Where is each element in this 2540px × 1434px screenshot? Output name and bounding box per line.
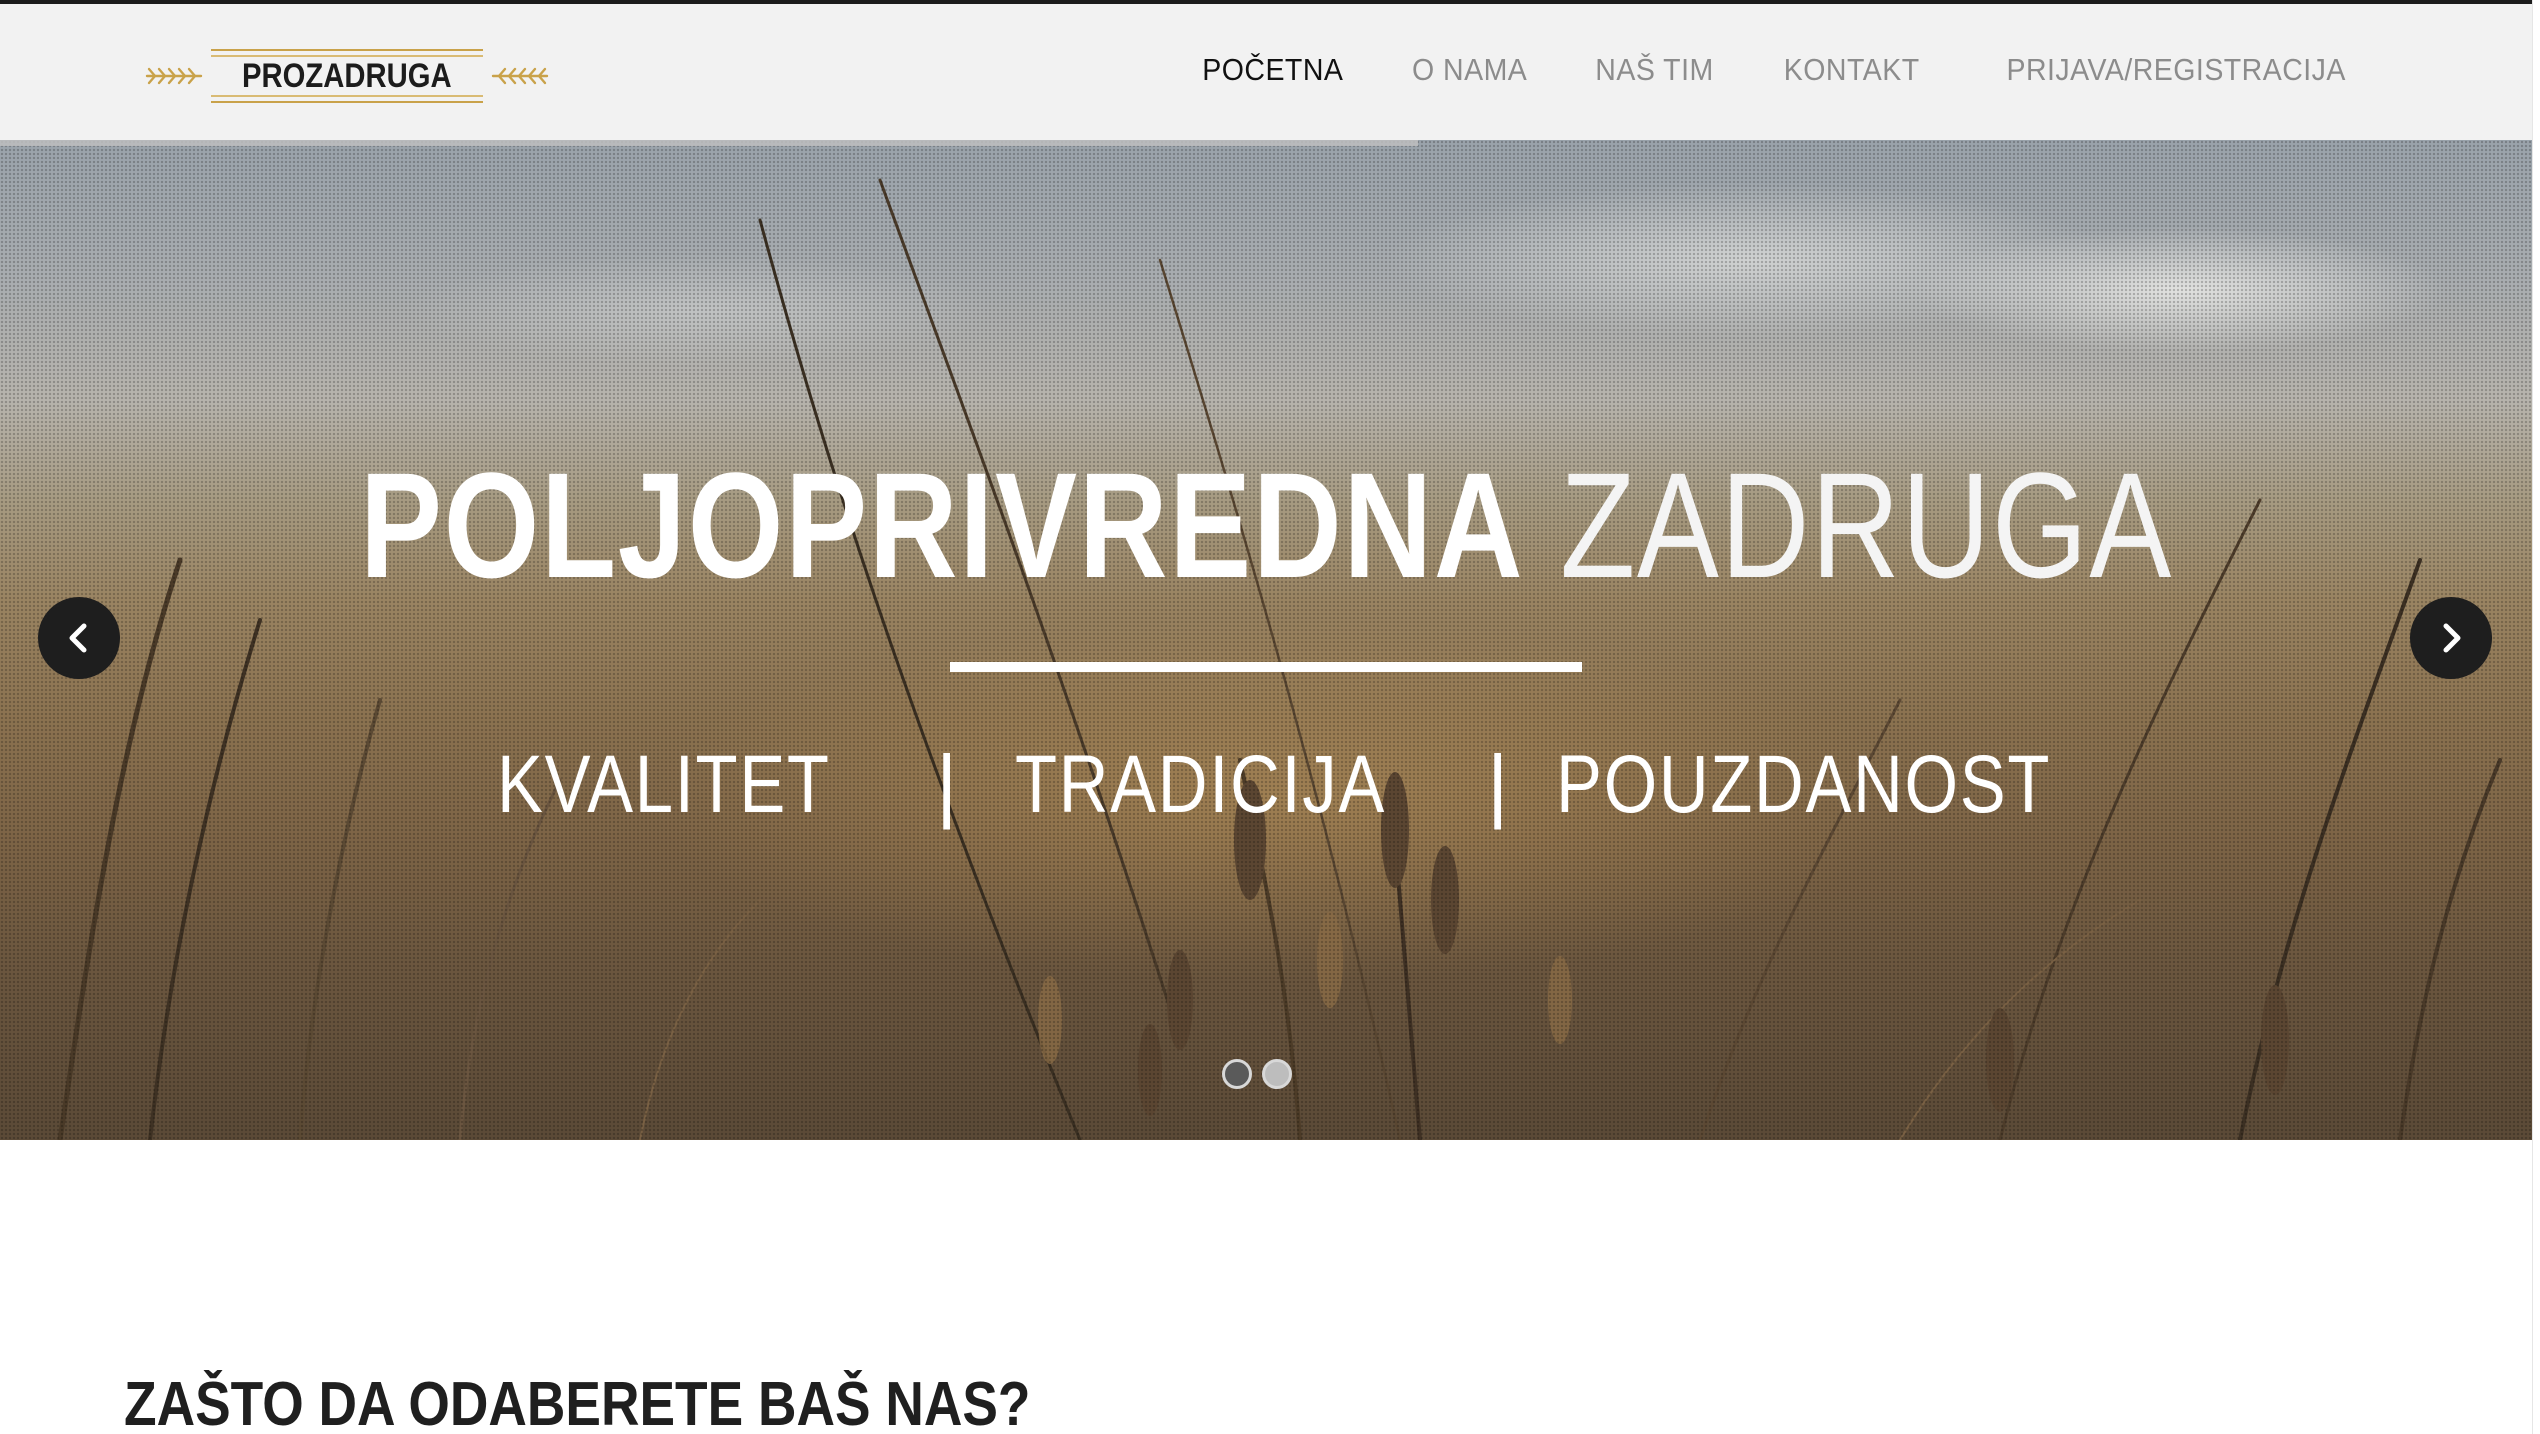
hero-title-light: ZADRUGA [1559, 441, 2173, 609]
section-title: ZAŠTO DA ODABERETE BAŠ NAS? [124, 1370, 1031, 1434]
logo[interactable]: PROZADRUGA [145, 48, 548, 104]
slide-progress-bar [0, 140, 1418, 146]
tagline-pouzdanost: POUZDANOST [1556, 739, 2052, 830]
nav-item-pocetna[interactable]: POČETNA [1202, 52, 1343, 88]
logo-text: PROZADRUGA [242, 56, 452, 95]
wheat-left-icon [145, 67, 203, 85]
hero-dot-overlay [0, 140, 2532, 1140]
carousel-dot-2[interactable] [1262, 1059, 1292, 1089]
main-nav: POČETNA O NAMA NAŠ TIM KONTAKT PRIJAVA/R… [1132, 52, 2346, 88]
carousel-prev-button[interactable] [38, 597, 120, 679]
hero-divider [950, 662, 1582, 672]
tagline-separator: | [936, 739, 958, 830]
scrollbar[interactable] [2532, 0, 2540, 1434]
carousel-pagination [1222, 1059, 1292, 1089]
site-header: PROZADRUGA POČETNA O NAMA NAŠ TIM KONTAK… [0, 4, 2532, 142]
wheat-right-icon [491, 67, 548, 85]
tagline-tradicija: TRADICIJA [1015, 739, 1387, 830]
hero-taglines: KVALITET | TRADICIJA | POUZDANOST [0, 730, 2532, 840]
carousel-dot-1[interactable] [1222, 1059, 1252, 1089]
chevron-left-icon [69, 623, 87, 653]
hero-title: POLJOPRIVREDNA ZADRUGA [0, 440, 2532, 610]
tagline-kvalitet: KVALITET [497, 739, 831, 830]
nav-item-nas-tim[interactable]: NAŠ TIM [1595, 52, 1713, 88]
page: PROZADRUGA POČETNA O NAMA NAŠ TIM KONTAK… [0, 0, 2540, 1434]
hero-title-bold: POLJOPRIVREDNA [359, 441, 1524, 609]
logo-plate: PROZADRUGA [211, 49, 483, 103]
carousel-next-button[interactable] [2410, 597, 2492, 679]
nav-item-kontakt[interactable]: KONTAKT [1783, 52, 1919, 88]
chevron-right-icon [2443, 623, 2461, 653]
nav-item-prijava-registracija[interactable]: PRIJAVA/REGISTRACIJA [2007, 52, 2346, 88]
nav-item-o-nama[interactable]: O NAMA [1412, 52, 1527, 88]
tagline-separator: | [1487, 739, 1509, 830]
hero-carousel: POLJOPRIVREDNA ZADRUGA KVALITET | TRADIC… [0, 140, 2532, 1140]
